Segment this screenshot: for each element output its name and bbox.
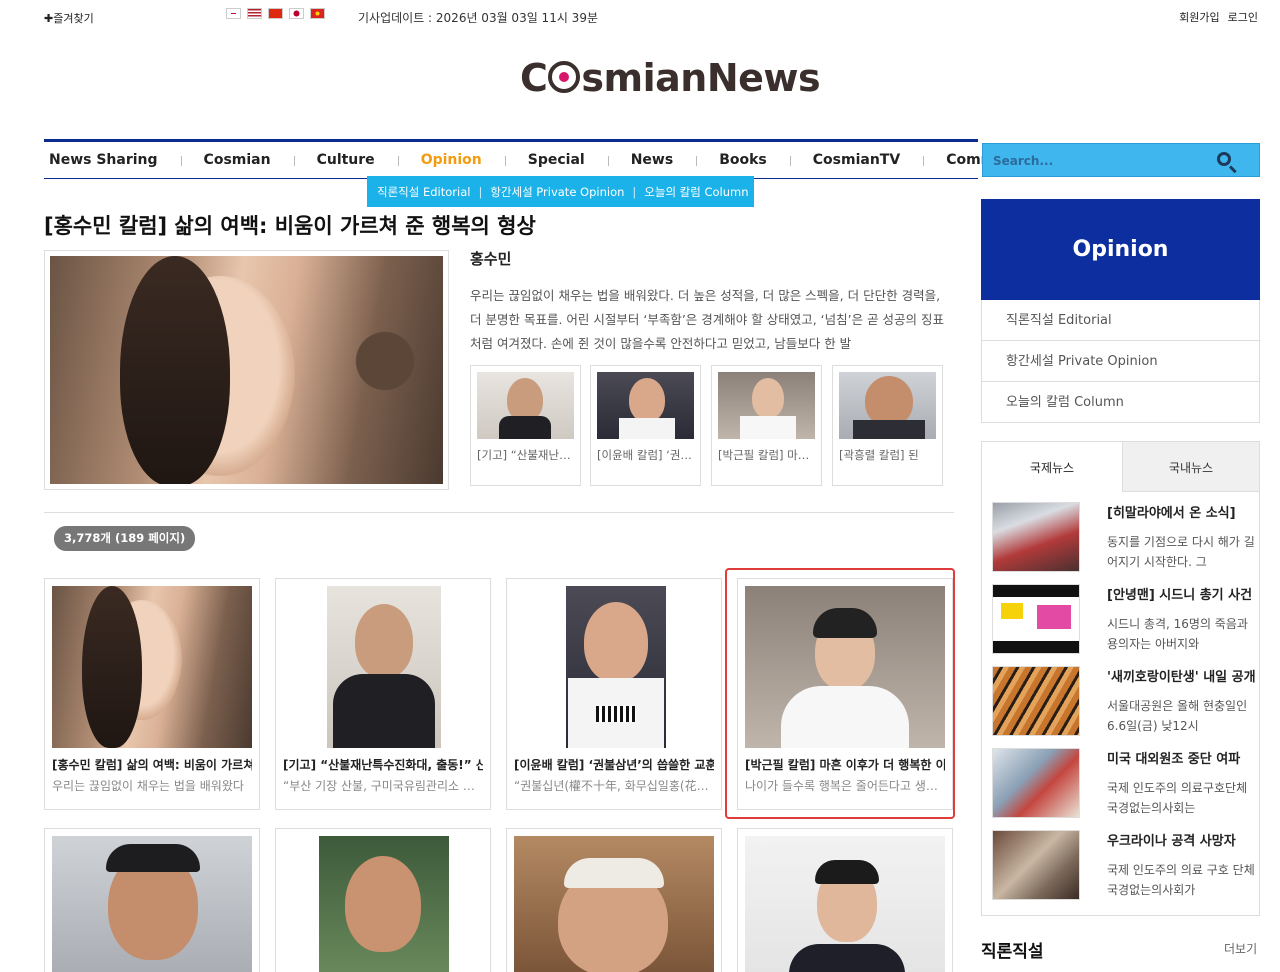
signup-link[interactable]: 회원가입	[1179, 9, 1219, 25]
related-article[interactable]: [기고] “산불재난특수진화대, 출동!”	[470, 365, 581, 486]
card-summary: “부산 기장 산불, 구미국유림관리소 산불재난특수진화대	[283, 779, 483, 793]
news-item[interactable]: '새끼호랑이탄생' 내일 공개 서울대공원은 올해 현충일인 6.6일(금) 낮…	[992, 666, 1256, 738]
card-title: [이윤배 칼럼] ‘권불삼년’의 씁쓸한 교훈	[514, 758, 714, 772]
flag-usa-icon[interactable]	[247, 8, 262, 19]
flag-japan-icon[interactable]	[289, 8, 304, 19]
nav-news-sharing[interactable]: News Sharing	[44, 152, 181, 168]
update-timestamp: 기사업데이트 : 2026년 03월 03일 11시 39분	[358, 11, 598, 25]
article-card[interactable]: [기고] “산불재난특수진화대, 출동!” 산 “부산 기장 산불, 구미국유림…	[275, 578, 491, 810]
featured-author: 홍수민	[470, 250, 512, 268]
news-item[interactable]: 미국 대외원조 중단 여파 국제 인도주의 의료구호단체 국경없는의사회는	[992, 748, 1254, 820]
related-article[interactable]: [곽흥렬 칼럼] 된	[832, 365, 943, 486]
article-card[interactable]	[506, 828, 722, 972]
bookmark-link[interactable]: ✚즐겨찾기	[44, 10, 94, 26]
opinion-header[interactable]: Opinion	[981, 199, 1260, 300]
news-title: 우크라이나 공격 사망자	[1107, 834, 1236, 849]
news-title: '새끼호랑이탄생' 내일 공개	[1107, 670, 1256, 685]
article-card[interactable]: [이윤배 칼럼] ‘권불삼년’의 씁쓸한 교훈 “권불십년(權不十年, 화무십일…	[506, 578, 722, 810]
card-title: [홍수민 칼럼] 삶의 여백: 비움이 가르쳐 준	[52, 758, 252, 772]
news-item[interactable]: 우크라이나 공격 사망자 국제 인도주의 의료 구호 단체 국경없는의사회가	[992, 830, 1255, 902]
related-article[interactable]: [이윤배 칼럼] ‘권불삼년’의 씁쓸한 교훈	[590, 365, 701, 486]
nav-books[interactable]: Books	[696, 152, 790, 168]
related-title: [기고] “산불재난특수진화대, 출동!”	[477, 448, 574, 462]
news-summary: 동지를 기점으로 다시 해가 길어지기 시작한다. 그	[1107, 535, 1255, 569]
selection-highlight	[725, 568, 955, 819]
news-title: [히말라야에서 온 소식]	[1107, 506, 1236, 521]
search-input[interactable]	[993, 152, 1213, 170]
nav-opinion[interactable]: Opinion	[397, 152, 505, 168]
news-tabs-panel: 국제뉴스 국내뉴스 [히말라야에서 온 소식] 동지를 기점으로 다시 해가 길…	[981, 441, 1260, 916]
more-link[interactable]: 더보기	[1224, 940, 1257, 957]
featured-image[interactable]	[44, 250, 449, 490]
flag-korea-icon[interactable]	[226, 8, 241, 19]
nav-cosmiantv[interactable]: CosmianTV	[789, 152, 923, 168]
featured-summary[interactable]: 우리는 끊임없이 채우는 법을 배워왔다. 더 높은 성적을, 더 많은 스펙을…	[470, 284, 945, 356]
language-flags	[226, 8, 325, 19]
main-nav: News Sharing Cosmian Culture Opinion Spe…	[44, 139, 1036, 179]
related-title: [이윤배 칼럼] ‘권불삼년’의 씁쓸한 교훈	[597, 448, 694, 462]
news-summary: 국제 인도주의 의료구호단체 국경없는의사회는	[1107, 781, 1248, 815]
opinion-menu-column[interactable]: 오늘의 칼럼 Column	[981, 382, 1260, 423]
card-summary: 우리는 끊임없이 채우는 법을 배워왔다	[52, 779, 244, 793]
card-summary: “권불십년(權不十年, 화무십일홍(花無十日紅)	[514, 779, 714, 793]
article-count-badge: 3,778개 (189 페이지)	[54, 526, 196, 551]
article-card[interactable]	[737, 828, 953, 972]
news-summary: 국제 인도주의 의료 구호 단체 국경없는의사회가	[1107, 863, 1255, 897]
opinion-subnav: 직론직설 Editorial | 항간세설 Private Opinion | 오늘…	[367, 176, 754, 207]
featured-headline[interactable]: [홍수민 칼럼] 삶의 여백: 비움이 가르쳐 준 행복의 형상	[44, 210, 536, 240]
flag-china-icon[interactable]	[268, 8, 283, 19]
subnav-private-opinion[interactable]: 항간세설 Private Opinion	[490, 184, 624, 200]
card-title: [기고] “산불재난특수진화대, 출동!” 산	[283, 758, 483, 772]
account-links: 회원가입 로그인	[1179, 9, 1258, 25]
nav-special[interactable]: Special	[504, 152, 608, 168]
site-logo[interactable]: CsmianNews	[520, 56, 821, 100]
nav-news[interactable]: News	[607, 152, 696, 168]
search-box	[982, 143, 1260, 177]
news-item[interactable]: [히말라야에서 온 소식] 동지를 기점으로 다시 해가 길어지기 시작한다. …	[992, 502, 1255, 574]
article-card[interactable]	[44, 828, 260, 972]
related-title: [곽흥렬 칼럼] 된	[839, 448, 919, 462]
flag-vietnam-icon[interactable]	[310, 8, 325, 19]
nav-cosmian[interactable]: Cosmian	[180, 152, 294, 168]
editorial-section-title: 직론직설	[981, 942, 1044, 962]
opinion-menu: 직론직설 Editorial 항간세설 Private Opinion 오늘의 …	[981, 300, 1260, 423]
search-icon[interactable]	[1217, 152, 1231, 166]
login-link[interactable]: 로그인	[1228, 9, 1258, 25]
opinion-menu-private-opinion[interactable]: 항간세설 Private Opinion	[981, 341, 1260, 382]
opinion-menu-editorial[interactable]: 직론직설 Editorial	[981, 300, 1260, 341]
divider	[44, 512, 954, 513]
related-article[interactable]: [박근필 칼럼] 마흔 이후가 더 행복한	[711, 365, 822, 486]
subnav-editorial[interactable]: 직론직설 Editorial	[377, 184, 470, 200]
nav-culture[interactable]: Culture	[293, 152, 398, 168]
news-item[interactable]: [안녕맨] 시드니 총기 사건 시드니 총격, 16명의 죽음과 용의자는 아버…	[992, 584, 1254, 656]
logo-o-icon	[548, 61, 581, 93]
news-title: [안녕맨] 시드니 총기 사건	[1107, 588, 1253, 603]
tab-international-news[interactable]: 국제뉴스	[982, 442, 1123, 492]
related-title: [박근필 칼럼] 마흔 이후가 더 행복한	[718, 448, 815, 462]
news-summary: 시드니 총격, 16명의 죽음과 용의자는 아버지와	[1107, 617, 1248, 651]
tab-domestic-news[interactable]: 국내뉴스	[1123, 442, 1259, 492]
news-title: 미국 대외원조 중단 여파	[1107, 752, 1241, 767]
article-card[interactable]	[275, 828, 491, 972]
subnav-column[interactable]: 오늘의 칼럼 Column	[644, 184, 748, 200]
news-summary: 서울대공원은 올해 현충일인 6.6일(금) 낮12시	[1107, 699, 1248, 733]
article-card[interactable]: [홍수민 칼럼] 삶의 여백: 비움이 가르쳐 준 우리는 끊임없이 채우는 법…	[44, 578, 260, 810]
